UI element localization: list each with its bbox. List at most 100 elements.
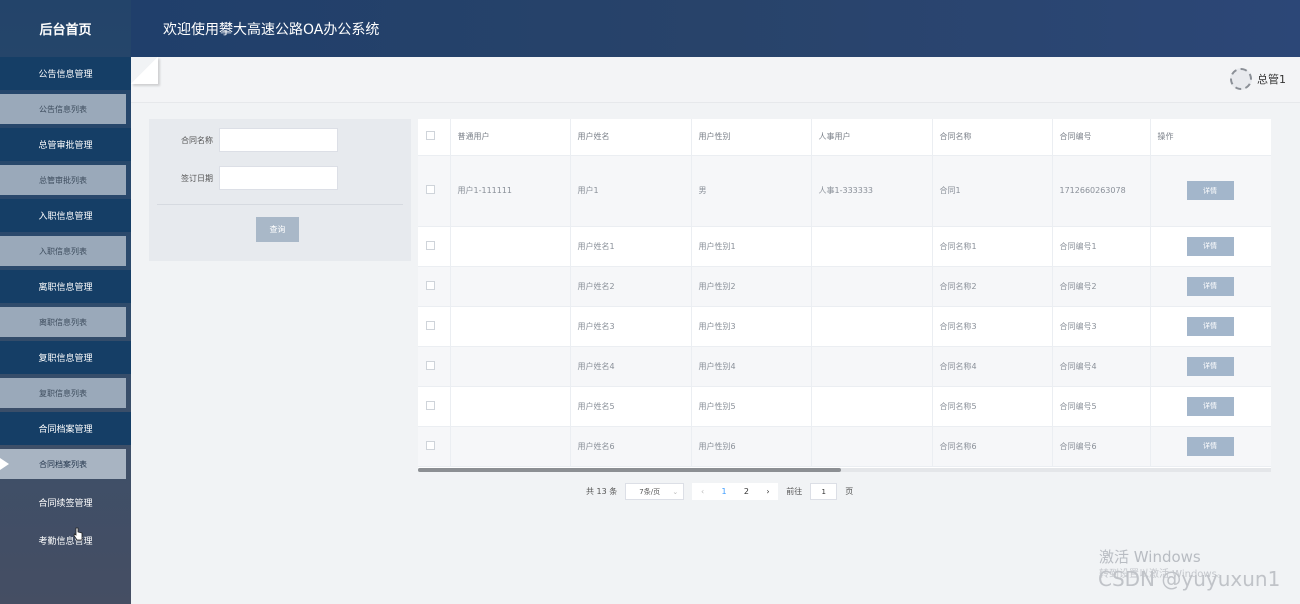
row-checkbox[interactable] <box>426 240 435 250</box>
table-row: 用户姓名1 用户性别1 合同名称1 合同编号1 详情 <box>418 226 1271 267</box>
sidebar-item-contract-archive-list[interactable]: 合同档案列表 <box>0 449 126 479</box>
sidebar-item-onboarding-list[interactable]: 入职信息列表 <box>0 236 126 266</box>
sidebar-section-resignation[interactable]: 离职信息管理 <box>0 270 131 303</box>
select-all-checkbox-cell <box>418 119 451 156</box>
select-all-checkbox[interactable] <box>426 131 435 141</box>
user-menu[interactable]: 总管1 <box>1230 68 1286 90</box>
contract-name-input[interactable] <box>219 128 338 152</box>
table-cell <box>811 226 933 267</box>
table-cell: 用户性别5 <box>691 386 812 427</box>
next-page-button[interactable]: › <box>766 487 769 496</box>
prev-page-button[interactable]: ‹ <box>701 487 704 496</box>
table-cell: 合同编号2 <box>1052 266 1151 307</box>
table-cell: 用户性别3 <box>691 306 812 347</box>
table-cell: 用户1 <box>570 155 692 227</box>
table-cell: 合同名称6 <box>932 426 1053 467</box>
table-row: 用户1-111111 用户1 男人事1-333333 合同1 1712660263078… <box>418 155 1271 227</box>
row-checkbox[interactable] <box>426 400 435 410</box>
table-row: 用户姓名6 用户性别6 合同名称6 合同编号6 详情 <box>418 426 1271 467</box>
user-name[interactable]: 总管1 <box>1257 71 1286 87</box>
table-cell: 合同名称4 <box>932 346 1053 387</box>
table-cell <box>450 226 571 267</box>
column-header: 操作 <box>1150 119 1271 156</box>
table-cell: 用户姓名5 <box>570 386 692 427</box>
detail-button[interactable]: 详情 <box>1186 236 1234 256</box>
row-checkbox-cell <box>418 386 451 427</box>
table-header-row: 普通用户 用户姓名 用户性别 人事用户 合同名称 合同编号 操作 <box>418 119 1271 156</box>
table-cell <box>450 346 571 387</box>
table-cell: 合同名称3 <box>932 306 1053 347</box>
horizontal-scrollbar[interactable] <box>418 468 841 472</box>
table-cell: 合同编号5 <box>1052 386 1151 427</box>
table-row: 用户姓名3 用户性别3 合同名称3 合同编号3 详情 <box>418 306 1271 347</box>
row-checkbox[interactable] <box>426 440 435 450</box>
table-cell <box>811 306 933 347</box>
row-checkbox-cell <box>418 306 451 347</box>
goto-page-input[interactable]: 1 <box>810 483 838 500</box>
detail-button[interactable]: 详情 <box>1186 356 1234 376</box>
action-cell: 详情 <box>1150 386 1271 427</box>
column-header: 用户性别 <box>691 119 812 156</box>
table-cell <box>811 266 933 307</box>
table-cell: 用户性别1 <box>691 226 812 267</box>
table-cell: 合同编号1 <box>1052 226 1151 267</box>
sign-date-input[interactable] <box>219 166 338 190</box>
row-checkbox[interactable] <box>426 360 435 370</box>
table-cell: 合同1 <box>932 155 1053 227</box>
sidebar-item-approval-list[interactable]: 总管审批列表 <box>0 165 126 195</box>
sidebar-section-contract-renewal[interactable]: 合同续签管理 <box>0 483 131 521</box>
table-cell: 合同编号3 <box>1052 306 1151 347</box>
row-checkbox-cell <box>418 226 451 267</box>
page-number-1[interactable]: 1 <box>721 487 726 496</box>
sidebar-item-resignation-list[interactable]: 离职信息列表 <box>0 307 126 337</box>
detail-button[interactable]: 详情 <box>1186 181 1234 200</box>
total-count: 共 13 条 <box>586 487 618 496</box>
column-header: 合同编号 <box>1052 119 1151 156</box>
page-nav: ‹ 1 2 › <box>692 483 779 500</box>
action-cell: 详情 <box>1150 346 1271 387</box>
detail-button[interactable]: 详情 <box>1186 276 1234 296</box>
sidebar-title[interactable]: 后台首页 <box>0 0 131 57</box>
row-checkbox-cell <box>418 346 451 387</box>
detail-button[interactable]: 详情 <box>1186 436 1234 456</box>
table-cell: 用户性别6 <box>691 426 812 467</box>
pagination: 共 13 条 7条/页 ⌄ ‹ 1 2 › 前往 1 页 <box>586 483 853 500</box>
action-cell: 详情 <box>1150 426 1271 467</box>
action-cell: 详情 <box>1150 226 1271 267</box>
sidebar-section-contract-archive[interactable]: 合同档案管理 <box>0 412 131 445</box>
column-header: 合同名称 <box>932 119 1053 156</box>
search-panel: 合同名称 签订日期 查询 <box>149 119 411 261</box>
sidebar-item-reinstatement-list[interactable]: 复职信息列表 <box>0 378 126 408</box>
table-cell <box>811 386 933 427</box>
page-suffix: 页 <box>845 487 854 496</box>
action-cell: 详情 <box>1150 155 1271 227</box>
page-size-select[interactable]: 7条/页 ⌄ <box>625 483 685 500</box>
chevron-down-icon: ⌄ <box>672 487 679 496</box>
page-number-2[interactable]: 2 <box>744 487 749 496</box>
goto-label: 前往 <box>786 487 803 496</box>
sidebar: 后台首页 公告信息管理 公告信息列表 总管审批管理 总管审批列表 入职信息管理 … <box>0 0 131 604</box>
table-cell: 用户姓名2 <box>570 266 692 307</box>
query-button[interactable]: 查询 <box>256 217 299 242</box>
row-checkbox[interactable] <box>426 280 435 290</box>
table-cell: 用户1-111111 <box>450 155 571 227</box>
table-cell <box>450 266 571 307</box>
sidebar-section-attendance[interactable]: 考勤信息管理 <box>0 521 131 559</box>
row-checkbox[interactable] <box>426 320 435 330</box>
collapse-corner-icon[interactable] <box>131 57 158 84</box>
table-cell <box>811 426 933 467</box>
hand-cursor-icon <box>73 527 83 541</box>
detail-button[interactable]: 详情 <box>1186 316 1234 336</box>
sidebar-section-notice[interactable]: 公告信息管理 <box>0 57 131 90</box>
csdn-watermark: CSDN @yuyuxun1 <box>1098 567 1281 591</box>
avatar[interactable] <box>1230 68 1252 90</box>
detail-button[interactable]: 详情 <box>1186 396 1234 416</box>
sidebar-section-approval[interactable]: 总管审批管理 <box>0 128 131 161</box>
sidebar-section-reinstatement[interactable]: 复职信息管理 <box>0 341 131 374</box>
sidebar-item-notice-list[interactable]: 公告信息列表 <box>0 94 126 124</box>
sidebar-section-onboarding[interactable]: 入职信息管理 <box>0 199 131 232</box>
column-header: 普通用户 <box>450 119 571 156</box>
table-cell: 男 <box>691 155 812 227</box>
row-checkbox[interactable] <box>426 185 435 194</box>
table-cell: 人事1-333333 <box>811 155 933 227</box>
